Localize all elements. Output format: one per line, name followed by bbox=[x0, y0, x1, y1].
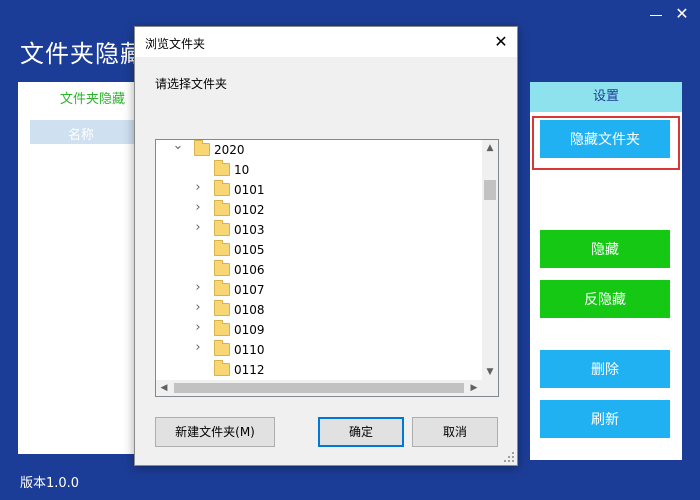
tree-item[interactable]: 0106 bbox=[156, 260, 482, 280]
horizontal-scroll-thumb[interactable] bbox=[174, 383, 464, 393]
scroll-up-icon[interactable]: ▲ bbox=[482, 140, 498, 156]
tree-item-label: 0107 bbox=[234, 283, 265, 297]
chevron-right-icon[interactable]: › bbox=[192, 281, 204, 294]
folder-icon bbox=[214, 240, 230, 256]
vertical-scrollbar[interactable]: ▲ ▼ bbox=[482, 140, 498, 380]
tree-item[interactable]: 0105 bbox=[156, 240, 482, 260]
tree-item-label: 0101 bbox=[234, 183, 265, 197]
tree-item-label: 0108 bbox=[234, 303, 265, 317]
dialog-title: 浏览文件夹 bbox=[145, 37, 206, 51]
hide-folder-button[interactable]: 隐藏文件夹 bbox=[540, 120, 670, 158]
dialog-prompt: 请选择文件夹 bbox=[155, 77, 228, 91]
horizontal-scrollbar[interactable]: ◀ ▶ bbox=[156, 380, 482, 396]
tree-item-label: 0112 bbox=[234, 363, 265, 377]
scroll-down-icon[interactable]: ▼ bbox=[482, 364, 498, 380]
chevron-down-icon[interactable]: ⌄ bbox=[172, 140, 184, 152]
column-header-name[interactable]: 名称 bbox=[68, 124, 94, 143]
chevron-right-icon[interactable]: › bbox=[192, 181, 204, 194]
tree-item-label: 0105 bbox=[234, 243, 265, 257]
tab-settings[interactable]: 设置 bbox=[530, 82, 682, 112]
tree-item-label: 0102 bbox=[234, 203, 265, 217]
dialog-close-button[interactable]: ✕ bbox=[489, 31, 513, 53]
delete-button[interactable]: 删除 bbox=[540, 350, 670, 388]
unhide-button[interactable]: 反隐藏 bbox=[540, 280, 670, 318]
tree-item-label: 0109 bbox=[234, 323, 265, 337]
browse-folder-dialog: 浏览文件夹 ✕ 请选择文件夹 ⌄ 2020 10 › 0101 › 0102 › 0103 010… bbox=[134, 26, 518, 466]
chevron-right-icon[interactable]: › bbox=[192, 301, 204, 314]
tree-item-label: 10 bbox=[234, 163, 250, 177]
folder-icon bbox=[214, 160, 230, 176]
version-label: 版本1.0.0 bbox=[20, 476, 80, 491]
folder-icon bbox=[214, 300, 230, 316]
tree-item[interactable]: › 0110 bbox=[156, 340, 482, 360]
resize-grip-icon[interactable] bbox=[503, 451, 515, 463]
tree-item-label: 0103 bbox=[234, 223, 265, 237]
close-button[interactable]: ✕ bbox=[672, 4, 692, 24]
vertical-scroll-thumb[interactable] bbox=[484, 180, 496, 200]
app-title: 文件夹隐藏 bbox=[20, 40, 145, 68]
chevron-right-icon[interactable]: › bbox=[192, 201, 204, 214]
folder-icon bbox=[214, 280, 230, 296]
tree-item[interactable]: › 0101 bbox=[156, 180, 482, 200]
tree-item-label: 0110 bbox=[234, 343, 265, 357]
tree-item-label: 0106 bbox=[234, 263, 265, 277]
folder-icon bbox=[214, 260, 230, 276]
scroll-left-icon[interactable]: ◀ bbox=[156, 380, 172, 396]
tree-item[interactable]: › 0109 bbox=[156, 320, 482, 340]
folder-icon bbox=[194, 140, 210, 156]
tree-item[interactable]: › 0102 bbox=[156, 200, 482, 220]
folder-icon bbox=[214, 220, 230, 236]
minimize-button[interactable] bbox=[648, 8, 664, 22]
new-folder-button[interactable]: 新建文件夹(M) bbox=[155, 417, 275, 447]
dialog-titlebar: 浏览文件夹 ✕ bbox=[135, 27, 517, 57]
folder-icon bbox=[214, 200, 230, 216]
cancel-button[interactable]: 取消 bbox=[412, 417, 498, 447]
folder-icon bbox=[214, 340, 230, 356]
hide-button[interactable]: 隐藏 bbox=[540, 230, 670, 268]
tree-item[interactable]: 10 bbox=[156, 160, 482, 180]
tree-item-label: 2020 bbox=[214, 143, 245, 157]
folder-icon bbox=[214, 320, 230, 336]
tree-item[interactable]: ⌄ 2020 bbox=[156, 140, 482, 160]
tree-item[interactable]: › 0103 bbox=[156, 220, 482, 240]
tab-folder-hide[interactable]: 文件夹隐藏 bbox=[60, 88, 125, 107]
ok-button[interactable]: 确定 bbox=[318, 417, 404, 447]
scroll-right-icon[interactable]: ▶ bbox=[466, 380, 482, 396]
folder-icon bbox=[214, 360, 230, 376]
refresh-button[interactable]: 刷新 bbox=[540, 400, 670, 438]
folder-icon bbox=[214, 180, 230, 196]
tree-item[interactable]: › 0108 bbox=[156, 300, 482, 320]
scrollbar-corner bbox=[482, 380, 498, 396]
folder-tree[interactable]: ⌄ 2020 10 › 0101 › 0102 › 0103 0105 0106 › 0107 › 0108… bbox=[155, 139, 499, 397]
settings-panel: 设置 隐藏文件夹 隐藏 反隐藏 删除 刷新 bbox=[530, 82, 682, 460]
chevron-right-icon[interactable]: › bbox=[192, 221, 204, 234]
chevron-right-icon[interactable]: › bbox=[192, 341, 204, 354]
tree-item[interactable]: › 0107 bbox=[156, 280, 482, 300]
tree-item[interactable]: 0112 bbox=[156, 360, 482, 380]
chevron-right-icon[interactable]: › bbox=[192, 321, 204, 334]
